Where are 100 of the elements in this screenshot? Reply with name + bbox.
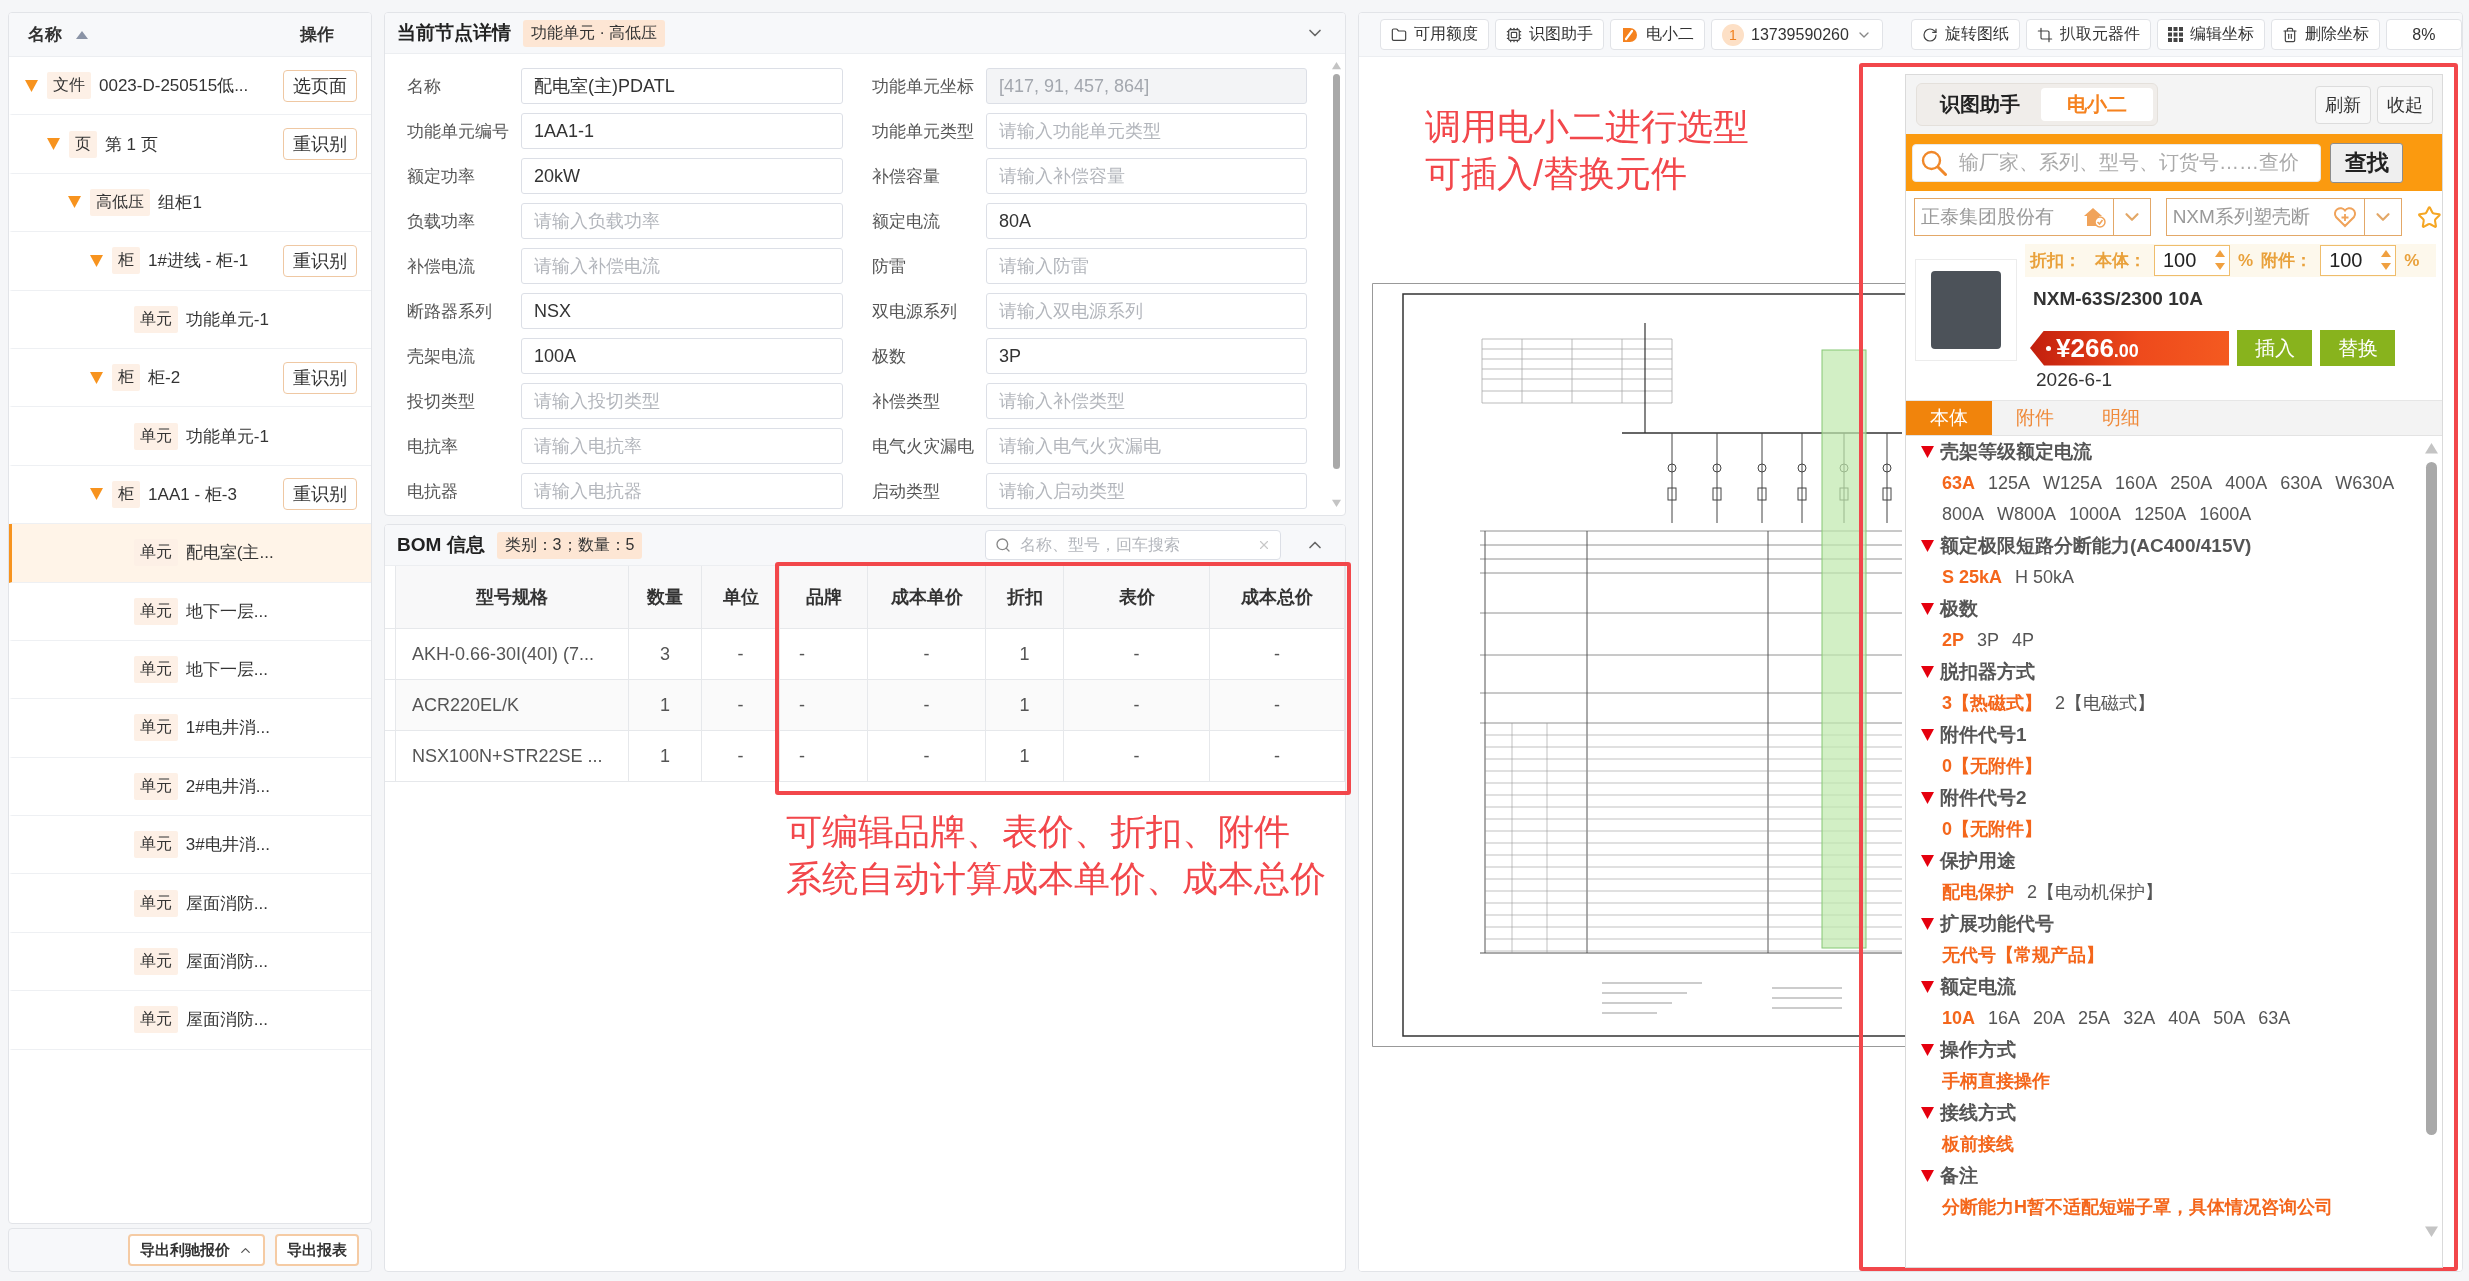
input-field[interactable]: 20kW [521,158,843,194]
caret-icon[interactable] [1921,1107,1934,1120]
caret-icon[interactable] [1921,445,1934,458]
caret-icon[interactable] [1921,540,1934,553]
search-button[interactable]: 查找 [2330,142,2403,183]
caret-icon[interactable] [68,196,82,209]
input-field[interactable]: 请输入双电源系列 [986,293,1307,329]
header-button[interactable]: 收起 [2377,85,2433,124]
spec-option[interactable]: 125A [1988,467,2031,499]
input-field[interactable]: 请输入电抗率 [521,428,843,464]
toolbar-button[interactable]: 扒取元器件 [2025,19,2151,50]
tab[interactable]: 识图助手 [1921,88,2038,121]
stepper-icon[interactable] [2381,249,2392,271]
spec-option[interactable]: 16A [1988,1003,2021,1035]
stepper-icon[interactable] [2215,249,2225,271]
tree-item[interactable]: 单元 配电室(主... [9,524,371,583]
node-tag: 单元 [133,889,178,917]
zoom-button[interactable]: 8% [2385,19,2462,50]
input-field[interactable]: 配电室(主)PDATL [521,68,843,104]
scrollbar[interactable] [1332,62,1341,507]
caret-icon[interactable] [1921,855,1934,868]
spec-option[interactable]: 32A [2123,1003,2156,1035]
input-field[interactable]: 请输入补偿电流 [521,248,843,284]
caret-icon[interactable] [1921,918,1934,931]
caret-icon[interactable] [1921,1170,1934,1183]
toolbar-button[interactable]: 识图助手 [1495,19,1604,50]
input-field[interactable]: 3P [986,338,1307,374]
caret-icon[interactable] [25,79,38,92]
row-action-button[interactable]: 重识别 [283,361,357,394]
caret-icon[interactable] [1921,666,1934,679]
caret-icon[interactable] [90,254,104,267]
spec-option[interactable]: W800A [1997,499,2057,531]
number-field[interactable]: 100 [2154,245,2230,276]
input-field[interactable]: 请输入功能单元类型 [986,113,1307,149]
input-field[interactable]: 请输入投切类型 [521,383,843,419]
caret-icon[interactable] [1921,1044,1934,1057]
caret-icon[interactable] [46,138,60,151]
caret-icon[interactable] [1921,792,1934,805]
row-action-button[interactable]: 重识别 [283,244,357,277]
star-icon[interactable] [2417,204,2442,230]
scrollbar[interactable] [2425,443,2438,1237]
input-field[interactable]: 请输入补偿容量 [986,158,1307,194]
spec-option[interactable]: 1000A [2069,499,2122,531]
row-action-button[interactable]: 选页面 [283,69,357,102]
spec-option[interactable]: W630A [2335,467,2395,499]
spec-option[interactable]: 1600A [2199,499,2252,531]
spec-option[interactable]: W125A [2043,467,2103,499]
search-field[interactable]: 输厂家、系列、型号、订货号……查价 [1912,143,2321,182]
spec-option[interactable]: 50A [2213,1003,2246,1035]
spec-option[interactable]: 40A [2168,1003,2201,1035]
spec-option[interactable]: 2【电磁式】 [2055,688,2156,720]
clear-icon[interactable] [1257,538,1271,552]
caret-icon[interactable] [1921,981,1934,994]
node-tag: 单元 [133,772,178,800]
input-field[interactable]: 100A [521,338,843,374]
spec-option[interactable]: 1250A [2134,499,2187,531]
spec-option[interactable]: 63A [2258,1003,2291,1035]
input-field[interactable]: NSX [521,293,843,329]
spec-option[interactable]: 630A [2280,467,2323,499]
spec-option[interactable]: 20A [2033,1003,2066,1035]
spec-option[interactable]: 3P [1977,625,2000,657]
caret-icon[interactable] [90,371,104,384]
input-field[interactable]: 请输入防雷 [986,248,1307,284]
spec-option[interactable]: 25A [2078,1003,2111,1035]
heart-icon[interactable] [2333,206,2358,228]
input-field[interactable]: 请输入补偿类型 [986,383,1307,419]
spec-option[interactable]: 800A [1942,499,1985,531]
spec-group-title: 极数 [1940,597,1978,622]
caret-icon[interactable] [1921,729,1934,742]
header-button[interactable]: 刷新 [2315,85,2371,124]
spec-option[interactable]: 4P [2012,625,2035,657]
spec-option[interactable]: 250A [2170,467,2213,499]
toolbar-button[interactable]: 电小二 [1610,19,1705,50]
input-field[interactable]: 80A [986,203,1307,239]
spec-option[interactable]: H 50kA [2015,562,2075,594]
row-action-button[interactable]: 重识别 [283,128,357,161]
spec-option[interactable]: 160A [2115,467,2158,499]
toolbar-button[interactable]: 编辑坐标 [2156,19,2265,50]
input-field[interactable]: 1AA1-1 [521,113,843,149]
input-field[interactable]: 请输入电气火灾漏电 [986,428,1307,464]
input-field[interactable]: 请输入电抗器 [521,473,843,509]
table-cell: - [702,680,780,730]
spec-option[interactable]: 2【电动机保护】 [2027,877,2163,909]
input-field[interactable]: 请输入启动类型 [986,473,1307,509]
toolbar-button[interactable]: 删除坐标 [2270,19,2380,50]
export-button[interactable]: 导出报表 [275,1234,359,1266]
number-field[interactable]: 100 [2320,245,2397,276]
search-field[interactable]: 名称、型号，回车搜索 [985,530,1281,560]
spec-option[interactable]: 400A [2225,467,2268,499]
toolbar-button[interactable]: 可用额度 [1380,19,1489,50]
column-header: 型号规格 [395,566,629,628]
sort-icon[interactable] [76,30,88,39]
row-action-button[interactable]: 重识别 [283,478,357,511]
export-button[interactable]: 导出利驰报价 [128,1234,265,1266]
caret-icon[interactable] [1921,603,1934,616]
account-dropdown[interactable]: 1 13739590260 [1711,19,1883,50]
caret-icon[interactable] [90,488,104,501]
input-field[interactable]: 请输入负载功率 [521,203,843,239]
toolbar-button[interactable]: 旋转图纸 [1910,19,2020,50]
column-header[interactable]: 名称 [28,23,62,46]
